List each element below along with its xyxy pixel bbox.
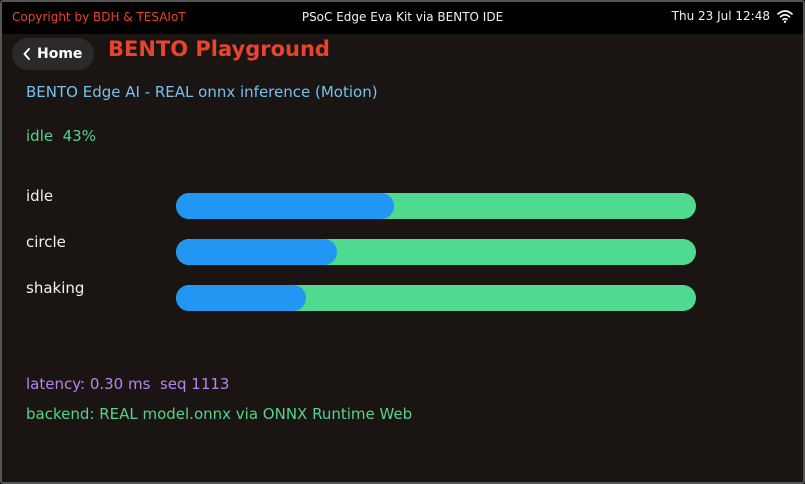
probability-bar-shaking [176,285,696,311]
class-label-shaking: shaking [26,279,85,297]
probability-bar-circle [176,239,696,265]
probability-bar-idle [176,193,696,219]
probability-fill-circle [176,239,338,265]
datetime: Thu 23 Jul 12:48 [671,9,770,23]
inference-subtitle: BENTO Edge AI - REAL onnx inference (Mot… [26,83,378,101]
probability-fill-idle [176,193,395,219]
latency-readout: latency: 0.30 ms seq 1113 [26,375,230,393]
home-button[interactable]: Home [12,38,94,70]
class-label-idle: idle [26,187,54,205]
backend-info: backend: REAL model.onnx via ONNX Runtim… [26,405,413,423]
probability-fill-shaking [176,285,306,311]
home-button-label: Home [37,46,83,62]
status-right: Thu 23 Jul 12:48 [672,9,793,23]
top-prediction: idle 43% [26,127,96,145]
chevron-left-icon [23,48,30,60]
device-screen: Copyright by BDH & TESAIoT PSoC Edge Eva… [0,0,805,484]
wifi-icon [777,10,793,23]
status-bar: Copyright by BDH & TESAIoT PSoC Edge Eva… [2,2,803,34]
page-title: BENTO Playground [108,37,330,61]
class-label-circle: circle [26,233,66,251]
